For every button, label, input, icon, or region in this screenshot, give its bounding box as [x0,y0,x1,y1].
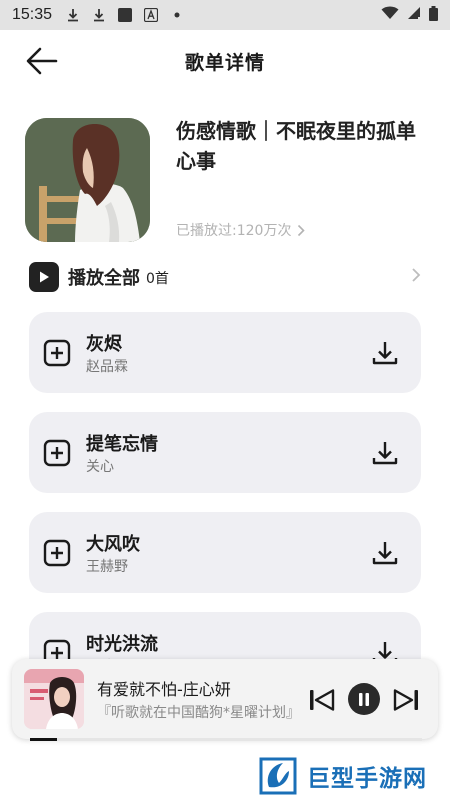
mini-player[interactable]: 有爱就不怕-庄心妍 『听歌就在中国酷狗*星曜计划』 [12,659,438,739]
song-name: 提笔忘情 [86,434,158,455]
playlist-cover [25,118,150,242]
download-icon[interactable] [371,539,399,567]
play-all-label: 播放全部 [68,268,140,289]
progress-fill [30,738,58,741]
pause-button[interactable] [348,683,380,715]
battery-icon [429,5,438,25]
song-artist: 王赫野 [86,559,128,575]
playlist-title: 伤感情歌｜不眠夜里的孤单心事 [176,119,416,173]
watermark-text: 巨型手游网 [307,766,427,792]
now-playing-subtitle: 『听歌就在中国酷狗*星曜计划』 [97,705,300,721]
play-count[interactable]: 已播放过:120万次 [176,220,306,240]
song-item[interactable]: 灰烬 赵品霖 [29,312,421,393]
app-notification-icon [118,8,133,22]
download-icon [92,8,106,22]
status-time: 15:35 [12,6,53,23]
next-button[interactable] [390,684,422,716]
album-art [24,669,84,729]
download-icon [66,8,80,22]
download-icon[interactable] [371,339,399,367]
top-bar: 歌单详情 [0,30,450,92]
add-icon[interactable] [43,439,71,467]
add-icon[interactable] [43,539,71,567]
playback-progress[interactable] [30,738,422,741]
chevron-right-icon [411,267,421,287]
play-all-button[interactable]: 播放全部 0首 [29,261,421,293]
song-count: 0首 [146,271,169,287]
skip-previous-icon [310,689,335,711]
skip-next-icon [393,689,418,711]
add-icon[interactable] [43,339,71,367]
pause-icon [359,692,369,706]
arrow-left-icon [26,47,58,75]
song-name: 大风吹 [86,534,140,555]
dot-icon [170,8,184,22]
song-artist: 关心 [86,459,114,475]
download-icon[interactable] [371,439,399,467]
play-icon [29,262,59,292]
previous-button[interactable] [306,684,338,716]
signal-icon [407,6,421,24]
song-item[interactable]: 提笔忘情 关心 [29,412,421,493]
back-button[interactable] [24,44,60,78]
font-notification-icon [144,8,159,22]
chevron-right-icon [298,224,306,236]
song-name: 灰烬 [86,334,122,355]
page-title: 歌单详情 [184,51,265,74]
song-item[interactable]: 大风吹 王赫野 [29,512,421,593]
wifi-icon [381,6,399,24]
song-name: 时光洪流 [86,634,158,655]
play-count-text: 已播放过:120万次 [176,223,292,239]
watermark-logo-icon [259,757,297,795]
now-playing-title: 有爱就不怕-庄心妍 [97,680,231,699]
watermark: 巨型手游网 [255,752,450,800]
status-bar: 15:35 [0,0,450,30]
song-artist: 赵品霖 [86,359,128,375]
